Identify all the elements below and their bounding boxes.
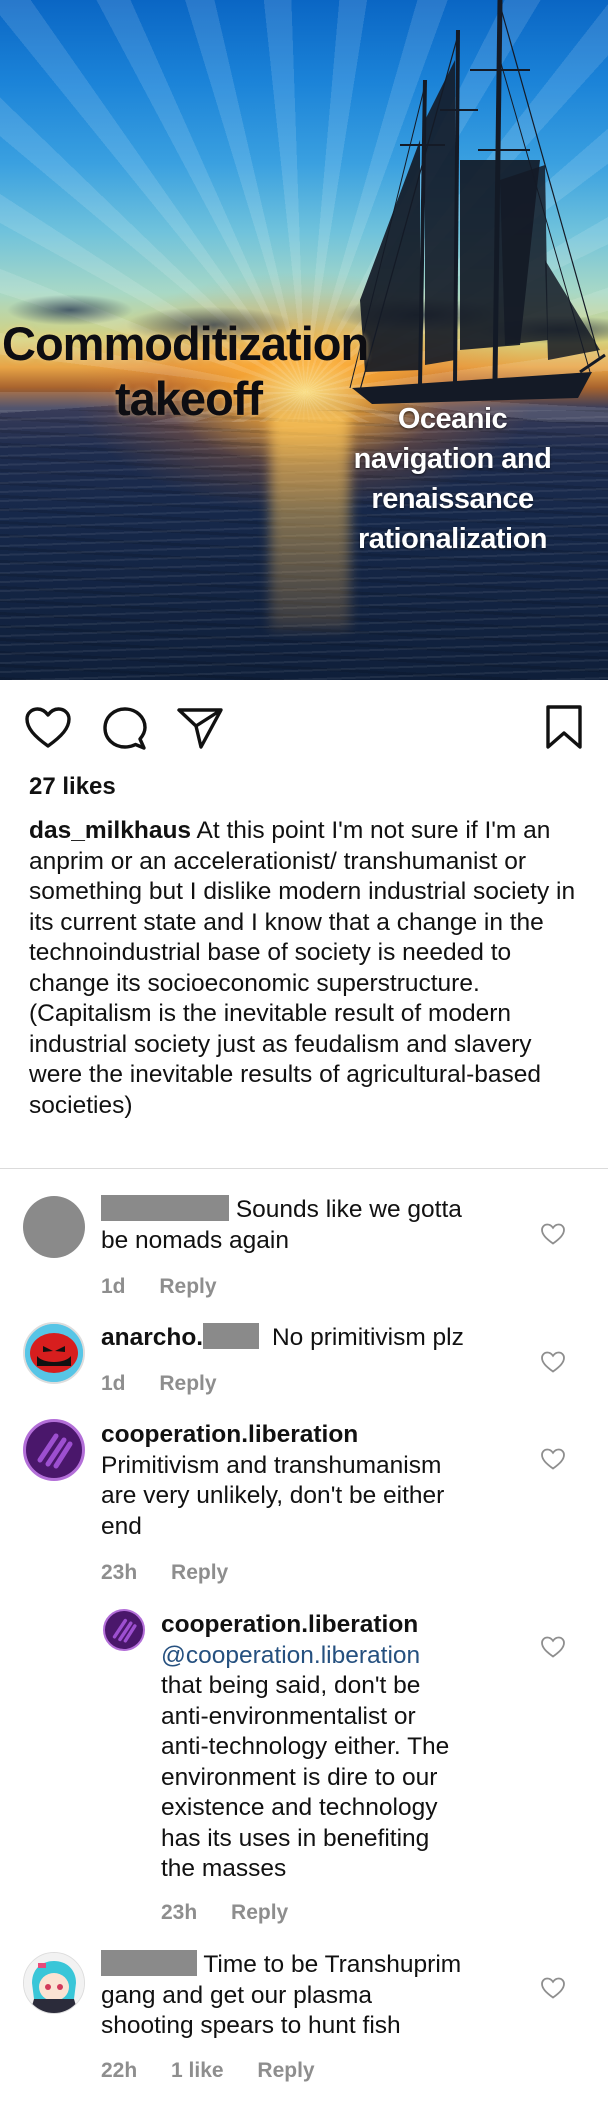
meme-text-takeoff: takeoff: [115, 372, 263, 425]
comment-line-text: Sounds like we gotta: [235, 1196, 462, 1223]
meme-text-line: rationalization: [357, 523, 548, 555]
speech-bubble-icon[interactable]: [102, 706, 148, 752]
avatar[interactable]: [23, 1952, 85, 2014]
heart-outline-icon[interactable]: [24, 706, 72, 750]
paper-plane-icon[interactable]: [176, 706, 224, 750]
reply-button[interactable]: Reply: [159, 1275, 216, 1298]
comment-line: environment is dire to our: [161, 1763, 438, 1791]
heart-outline-icon[interactable]: [540, 1447, 566, 1471]
comment-meta: 22h 1 like Reply: [101, 2059, 343, 2083]
comment-line: the masses: [161, 1855, 287, 1882]
heart-outline-icon[interactable]: [540, 1635, 566, 1659]
comment-time: 23h: [101, 1561, 138, 1584]
comment-line: Primitivism and transhumanism: [101, 1451, 442, 1479]
redacted-username: [101, 1195, 229, 1221]
comment-text: cooperation.liberation Primitivism and t…: [101, 1420, 541, 1542]
comment-line: anti-environmentalist or: [161, 1702, 416, 1730]
comment-line-text: No primitivism plz: [271, 1324, 464, 1351]
meme-text-line: renaissance: [371, 483, 534, 515]
heart-outline-icon[interactable]: [540, 1976, 566, 2000]
comment-line: Time to be Transhuprim: [101, 1950, 541, 1981]
comment-time: 1d: [101, 1275, 126, 1298]
comment-meta: 23h Reply: [101, 1561, 256, 1585]
reply-button[interactable]: Reply: [159, 1372, 216, 1395]
comment-like-count[interactable]: 1 like: [171, 2059, 224, 2082]
comment-text: Sounds like we gotta be nomads again: [101, 1195, 531, 1256]
reply-button[interactable]: Reply: [231, 1901, 288, 1924]
avatar[interactable]: [103, 1609, 145, 1651]
comment-line: be nomads again: [101, 1226, 289, 1254]
comment-line: that being said, don't be: [161, 1672, 421, 1699]
comment-time: 1d: [101, 1372, 126, 1395]
post-image[interactable]: Commoditization takeoff Oceanic navigati…: [0, 0, 608, 680]
comment-line: existence and technology: [161, 1794, 438, 1821]
heart-outline-icon[interactable]: [540, 1222, 566, 1246]
anime-avatar-icon: [24, 1953, 84, 2013]
avatar[interactable]: [23, 1196, 85, 1258]
anarcho-avatar-icon: [25, 1324, 83, 1382]
comment-meta: 1d Reply: [101, 1372, 245, 1396]
meme-text-line: navigation and: [353, 443, 552, 475]
comment-username[interactable]: cooperation.liberation: [101, 1420, 541, 1451]
like-count[interactable]: 27 likes: [29, 773, 116, 801]
heart-outline-icon[interactable]: [540, 1350, 566, 1374]
redacted-username: [101, 1950, 197, 1976]
caption-username[interactable]: das_milkhaus: [29, 817, 191, 844]
post-caption: das_milkhaus At this point I'm not sure …: [29, 816, 585, 1121]
caption-text: At this point I'm not sure if I'm an anp…: [29, 817, 576, 1119]
comment-time: 22h: [101, 2059, 138, 2082]
reply-button[interactable]: Reply: [257, 2059, 314, 2082]
cooperation-avatar-icon: [105, 1611, 143, 1649]
comment-username[interactable]: cooperation.liberation: [161, 1610, 541, 1641]
mention-link[interactable]: @cooperation.liberation: [161, 1641, 541, 1672]
comment-time: 23h: [161, 1901, 198, 1924]
comment-line: shooting spears to hunt fish: [101, 2012, 401, 2039]
meme-text-oceanic-block: Oceanic navigation and renaissance ratio…: [340, 399, 565, 559]
avatar[interactable]: [23, 1419, 85, 1481]
comment-line: end: [101, 1512, 142, 1540]
bookmark-icon[interactable]: [544, 704, 584, 750]
comment-line: has its uses in benefiting: [161, 1824, 430, 1852]
comment-line: Sounds like we gotta: [101, 1195, 531, 1226]
comment-username[interactable]: anarcho.: [101, 1324, 203, 1351]
reply-button[interactable]: Reply: [171, 1561, 228, 1584]
divider: [0, 1168, 608, 1169]
comment-line-text: Time to be Transhuprim: [203, 1951, 462, 1978]
comment-meta: 23h Reply: [161, 1901, 316, 1925]
redacted-username: [203, 1323, 260, 1349]
comment-meta: 1d Reply: [101, 1275, 245, 1299]
avatar[interactable]: [23, 1322, 85, 1384]
cooperation-avatar-icon: [26, 1422, 82, 1478]
reply-text: cooperation.liberation @cooperation.libe…: [161, 1610, 541, 1885]
comment-text: Time to be Transhuprim gang and get our …: [101, 1950, 541, 2042]
comment-line: anti-technology either. The: [161, 1733, 450, 1760]
comment-line: are very unlikely, don't be either: [101, 1482, 445, 1509]
comment-line: gang and get our plasma: [101, 1981, 373, 2009]
comment-text: anarcho. No primitivism plz: [101, 1323, 541, 1354]
meme-text-commoditization: Commoditization: [2, 317, 369, 370]
meme-text-line: Oceanic: [397, 403, 508, 435]
